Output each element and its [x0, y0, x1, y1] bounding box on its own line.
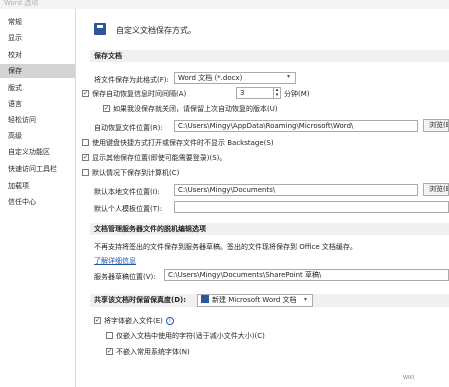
sidebar-item-accessibility[interactable]: 轻松访问: [0, 113, 75, 127]
save-to-computer-label: 默认情况下保存到计算机(C): [92, 169, 180, 177]
page-title: 自定义文档保存方式。: [116, 26, 196, 35]
autorecover-minutes-value: 3: [240, 89, 245, 97]
embed-used-characters-checkbox[interactable]: [106, 332, 113, 339]
window-title: Word 选项: [4, 0, 39, 7]
no-common-fonts-checkbox[interactable]: ✓: [106, 348, 113, 355]
no-backstage-label: 使用键盘快捷方式打开或保存文件时不显示 Backstage(S): [92, 139, 274, 147]
sidebar-item-quick-access[interactable]: 快速访问工具栏: [0, 162, 75, 176]
save-icon: [94, 23, 106, 35]
chevron-down-icon: ▾: [304, 296, 308, 303]
minutes-label: 分钟(M): [284, 90, 310, 98]
watermark: WIKI: [403, 375, 415, 381]
autorecover-minutes-input[interactable]: 3: [236, 87, 274, 99]
sidebar-item-trust-center[interactable]: 信任中心: [0, 195, 75, 209]
drafts-location-value: C:\Users\Mingy\Documents\SharePoint 草稿\: [168, 271, 322, 279]
embed-fonts-label: 将字体嵌入文件(E) i: [104, 316, 174, 326]
autorecover-label: 保存自动恢复信息时间间隔(A): [92, 90, 187, 98]
sidebar-item-layout[interactable]: 版式: [0, 81, 75, 95]
browse-local-label: 浏览(B)...: [429, 185, 449, 193]
show-more-locations-label: 显示其他保存位置(即使可能需要登录)(S)。: [92, 154, 227, 162]
no-backstage-checkbox[interactable]: [82, 139, 89, 146]
templates-location-input[interactable]: [174, 201, 449, 213]
learn-more-link[interactable]: 了解详细信息: [94, 256, 136, 266]
browse-autorecover-label: 浏览(B)...: [429, 121, 449, 129]
sidebar-item-addins[interactable]: 加载项: [0, 179, 75, 193]
local-location-input[interactable]: C:\Users\Mingy\Documents\: [174, 184, 418, 196]
no-common-fonts-label: 不嵌入常用系统字体(N): [116, 348, 190, 356]
format-label: 将文件保存为此格式(F):: [94, 76, 169, 84]
sidebar-item-customize-ribbon[interactable]: 自定义功能区: [0, 145, 75, 159]
fidelity-document-value: 新建 Microsoft Word 文档: [212, 296, 297, 304]
autorecover-checkbox[interactable]: ✓: [82, 90, 89, 97]
embed-fonts-checkbox[interactable]: ✓: [94, 317, 101, 324]
keep-last-version-checkbox[interactable]: ✓: [103, 105, 110, 112]
offline-description: 不再支持将签出的文件保存到服务器草稿。签出的文件现将保存到 Office 文档缓…: [94, 243, 357, 251]
browse-autorecover-button[interactable]: 浏览(B)...: [423, 119, 449, 132]
show-more-locations-checkbox[interactable]: ✓: [82, 154, 89, 161]
local-location-label: 默认本地文件位置(I):: [94, 188, 160, 196]
keep-last-version-label: 如果我没保存就关闭，请保留上次自动恢复的版本(U): [113, 105, 278, 113]
sidebar-item-general[interactable]: 常规: [0, 15, 75, 29]
word-doc-icon: [201, 295, 209, 303]
sidebar: 常规 显示 校对 保存 版式 语言 轻松访问 高级 自定义功能区 快速访问工具栏…: [0, 9, 76, 387]
autorecover-location-label: 自动恢复文件位置(R):: [94, 124, 163, 132]
fidelity-label: 共享该文档时保留保真度(D):: [94, 296, 187, 304]
autorecover-location-value: C:\Users\Mingy\AppData\Roaming\Microsoft…: [178, 122, 354, 130]
title-bar: Word 选项: [0, 0, 449, 9]
drafts-location-label: 服务器草稿位置(V):: [94, 273, 156, 281]
fidelity-document-select[interactable]: 新建 Microsoft Word 文档: [197, 294, 313, 307]
section-offline-editing: 文档管理服务器文件的脱机编辑选项: [90, 223, 449, 235]
embed-fonts-text: 将字体嵌入文件(E): [104, 317, 163, 325]
embed-used-characters-label: 仅嵌入文档中使用的字符(适于减小文件大小)(C): [116, 332, 265, 340]
sidebar-item-language[interactable]: 语言: [0, 97, 75, 111]
chevron-down-icon: ▾: [287, 73, 291, 80]
format-value: Word 文档 (*.docx): [178, 74, 243, 82]
save-to-computer-checkbox[interactable]: [82, 169, 89, 176]
local-location-value: C:\Users\Mingy\Documents\: [178, 186, 276, 194]
format-select[interactable]: Word 文档 (*.docx): [174, 72, 296, 84]
templates-location-label: 默认个人模板位置(T):: [94, 205, 163, 213]
sidebar-item-display[interactable]: 显示: [0, 31, 75, 45]
autorecover-location-input[interactable]: C:\Users\Mingy\AppData\Roaming\Microsoft…: [174, 120, 418, 132]
minutes-spinner[interactable]: ▴ ▾: [274, 87, 281, 99]
main-panel: 自定义文档保存方式。 保存文档 将文件保存为此格式(F): Word 文档 (*…: [76, 9, 449, 387]
drafts-location-input[interactable]: C:\Users\Mingy\Documents\SharePoint 草稿\: [164, 269, 449, 281]
section-save-documents: 保存文档: [90, 50, 449, 62]
browse-local-button[interactable]: 浏览(B)...: [423, 183, 449, 196]
info-icon: i: [165, 317, 174, 325]
sidebar-item-save[interactable]: 保存: [0, 64, 75, 78]
sidebar-item-proofing[interactable]: 校对: [0, 48, 75, 62]
sidebar-item-advanced[interactable]: 高级: [0, 129, 75, 143]
